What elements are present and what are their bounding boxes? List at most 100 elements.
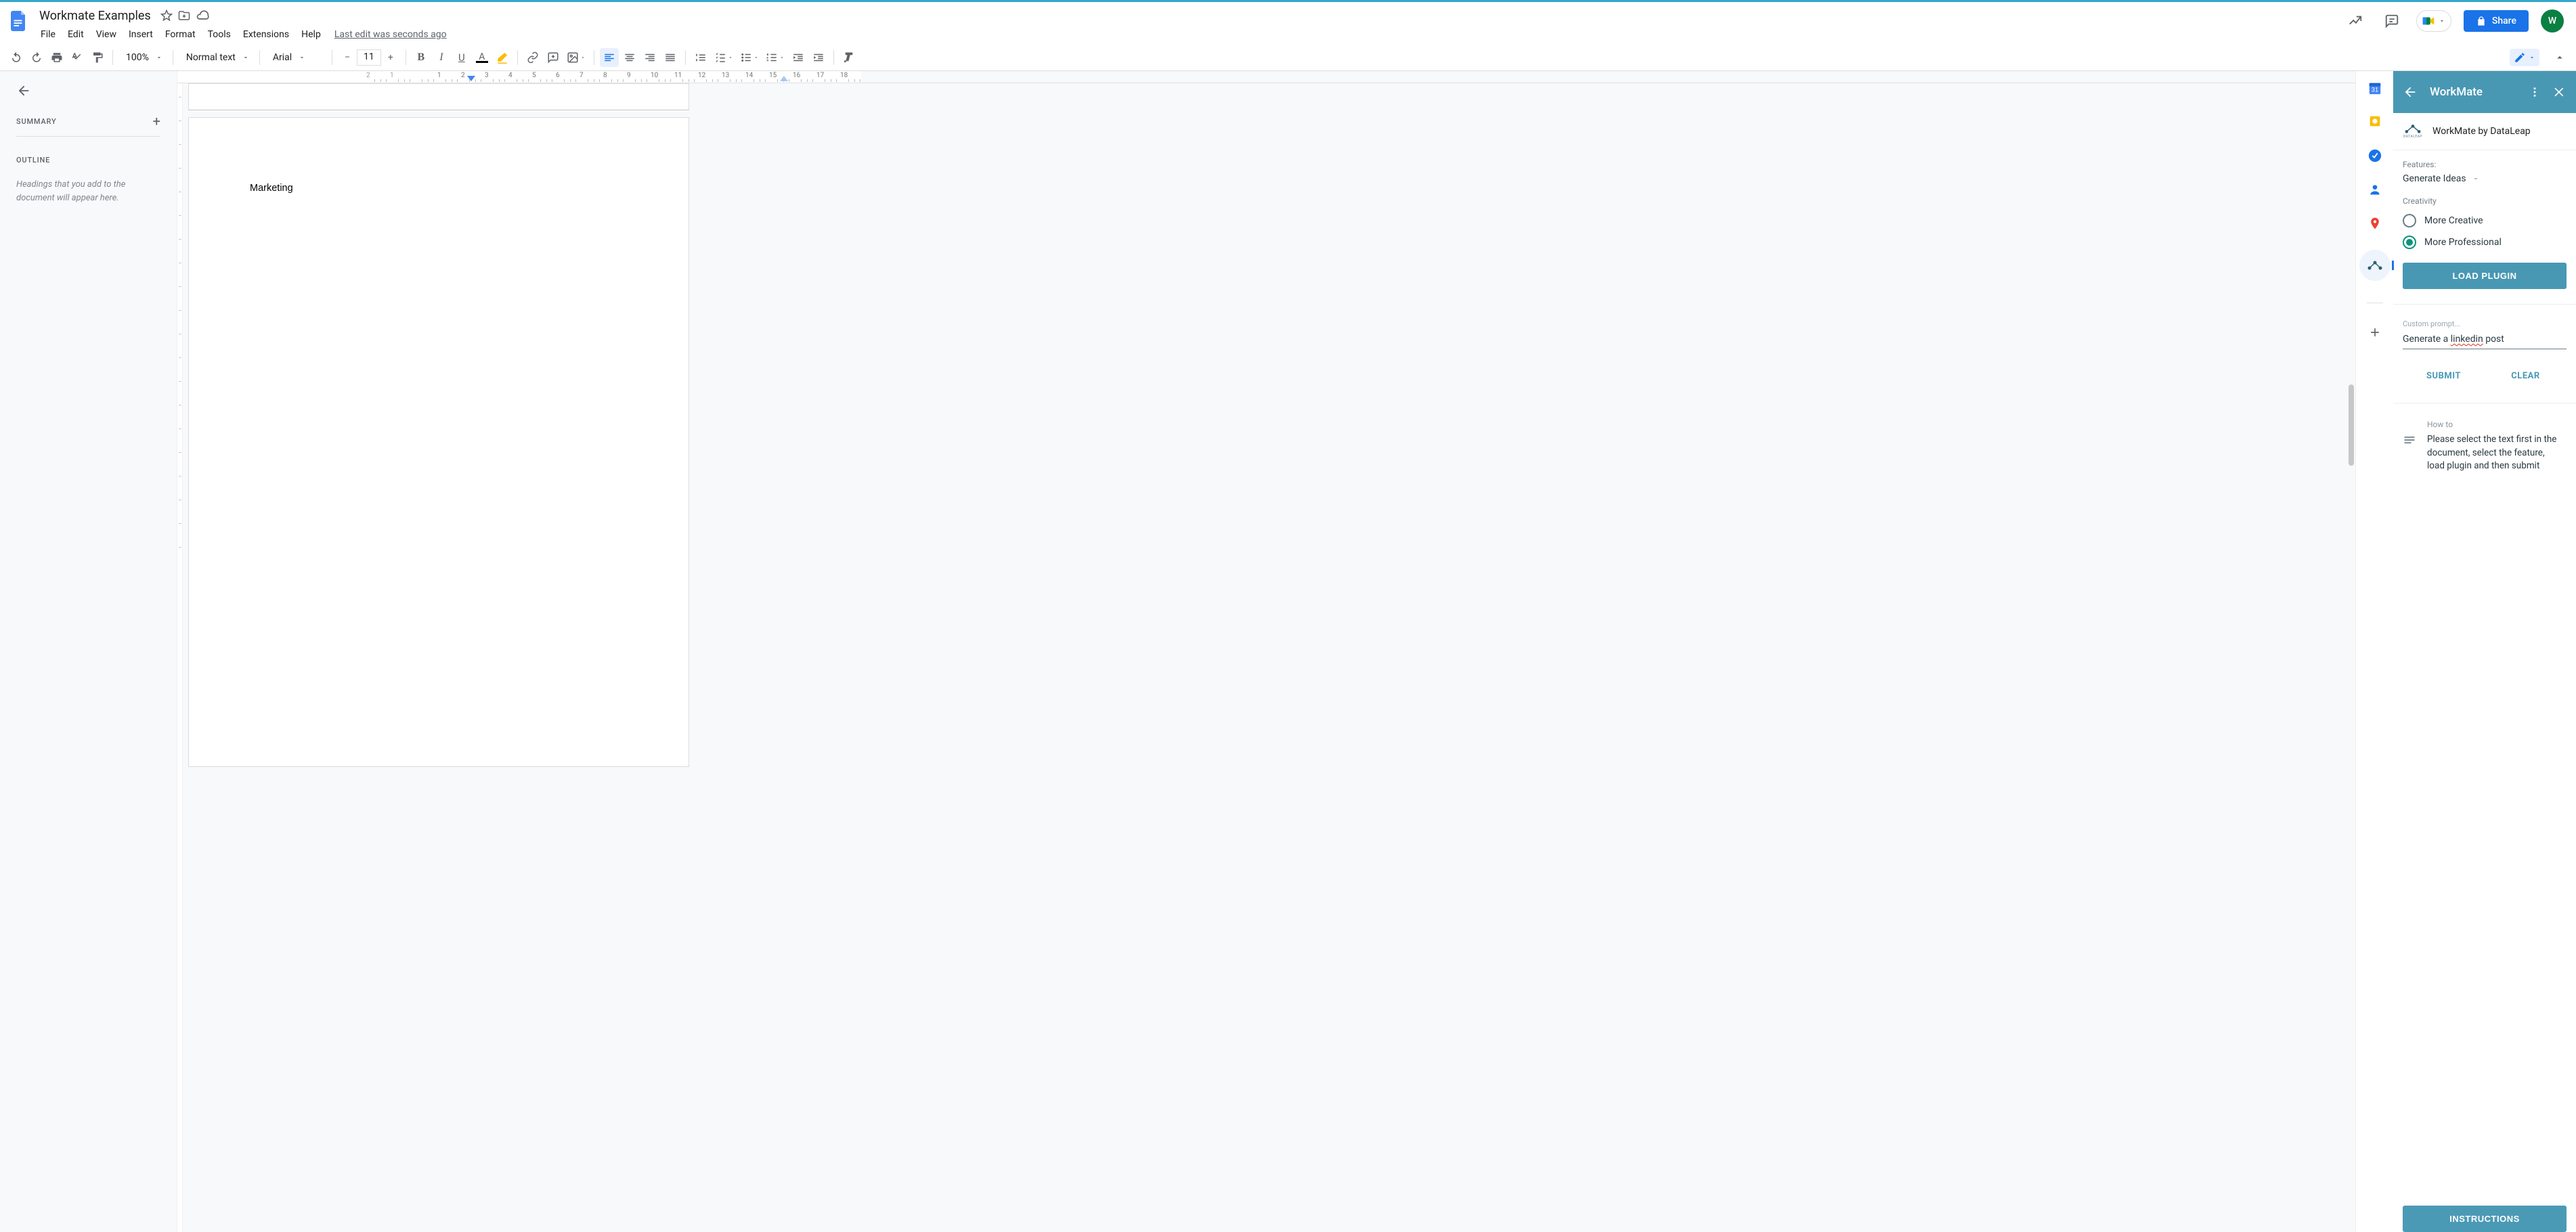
checklist-icon[interactable] [712,48,736,67]
numbered-list-icon[interactable] [763,48,787,67]
add-comment-icon[interactable] [544,48,563,67]
addon-back-icon[interactable] [2403,85,2418,100]
calendar-icon[interactable]: 31 [2367,81,2382,95]
paragraph-style-select[interactable]: Normal text [179,48,254,67]
move-icon[interactable] [178,9,190,22]
menu-help[interactable]: Help [296,26,326,43]
document-page [188,83,689,110]
creativity-label: Creativity [2403,196,2567,206]
docs-logo-icon[interactable] [5,7,32,35]
font-size-decrease-icon[interactable]: − [338,48,357,67]
collapse-toolbar-icon[interactable] [2550,48,2569,67]
underline-icon[interactable]: U [452,48,471,67]
bulleted-list-icon[interactable] [737,48,762,67]
text-color-icon[interactable]: A [473,48,492,67]
instructions-button[interactable]: INSTRUCTIONS [2403,1206,2567,1232]
scrollbar-thumb[interactable] [2349,384,2354,466]
menu-file[interactable]: File [35,26,61,43]
font-size-increase-icon[interactable]: + [381,48,400,67]
outline-collapse-icon[interactable] [16,83,31,98]
summary-heading: SUMMARY [16,117,56,126]
font-size-input[interactable]: 11 [357,49,381,66]
add-summary-icon[interactable]: + [153,113,160,129]
cloud-status-icon[interactable] [196,9,209,22]
document-title[interactable]: Workmate Examples [35,7,155,24]
menu-edit[interactable]: Edit [62,26,89,43]
share-button[interactable]: Share [2464,10,2529,32]
indent-increase-icon[interactable] [809,48,828,67]
addon-title: WorkMate [2430,85,2516,99]
align-right-icon[interactable] [640,48,659,67]
custom-prompt-input[interactable]: Generate a linkedin post [2403,331,2567,349]
howto-section: How to Please select the text first in t… [2403,418,2567,473]
spellcheck-icon[interactable] [68,48,87,67]
radio-more-creative[interactable]: More Creative [2403,210,2567,232]
side-panel-rail: 31 [2355,71,2393,1232]
share-label: Share [2492,16,2516,26]
paragraph-style-value: Normal text [186,52,236,63]
menubar: File Edit View Insert Format Tools Exten… [35,26,447,43]
radio-label: More Creative [2424,215,2483,226]
indent-decrease-icon[interactable] [789,48,808,67]
addon-close-icon[interactable] [2553,85,2567,99]
menu-tools[interactable]: Tools [202,26,236,43]
menu-insert[interactable]: Insert [123,26,158,43]
header-actions: Share W [2343,9,2568,33]
menu-view[interactable]: View [91,26,122,43]
keep-icon[interactable] [2367,114,2382,129]
align-left-icon[interactable] [600,48,619,67]
caret-down-icon [2439,18,2445,24]
redo-icon[interactable] [27,48,46,67]
lock-icon [2476,16,2487,26]
highlight-color-icon[interactable] [493,48,512,67]
activity-icon[interactable] [2343,9,2367,33]
italic-icon[interactable]: I [432,48,451,67]
font-family-select[interactable]: Arial [265,48,326,67]
load-plugin-button[interactable]: LOAD PLUGIN [2403,263,2567,289]
maps-icon[interactable] [2367,216,2382,231]
title-block: Workmate Examples File Edit View Insert … [35,6,447,43]
clear-formatting-icon[interactable] [839,48,858,67]
radio-more-professional[interactable]: More Professional [2403,232,2567,253]
insert-link-icon[interactable] [523,48,542,67]
print-icon[interactable] [47,48,66,67]
paint-format-icon[interactable] [88,48,107,67]
editing-mode-button[interactable] [2510,49,2539,66]
meet-icon [2421,14,2436,28]
account-avatar[interactable]: W [2541,9,2564,32]
outline-heading: OUTLINE [16,156,160,164]
zoom-select[interactable]: 100% [118,48,167,67]
document-page: Marketing [188,117,689,767]
features-dropdown[interactable]: Generate Ideas [2403,173,2567,184]
undo-icon[interactable] [7,48,26,67]
clear-button[interactable]: CLEAR [2485,364,2567,388]
workmate-addon-icon[interactable] [2359,250,2391,281]
bold-icon[interactable]: B [412,48,431,67]
features-dropdown-value: Generate Ideas [2403,173,2466,184]
last-edit-link[interactable]: Last edit was seconds ago [334,29,447,40]
comments-icon[interactable] [2380,9,2404,33]
radio-label: More Professional [2424,237,2502,248]
line-spacing-icon[interactable] [691,48,710,67]
document-body-text[interactable]: Marketing [250,183,293,194]
howto-text: Please select the text first in the docu… [2427,433,2564,473]
vertical-ruler[interactable] [177,83,183,1232]
horizontal-ruler[interactable]: 21123456789101112131415161718 [177,71,2355,83]
menu-extensions[interactable]: Extensions [238,26,294,43]
get-addons-icon[interactable] [2367,325,2382,340]
addon-brand-row: DATALEAP WorkMate by DataLeap [2393,113,2576,150]
addon-more-icon[interactable] [2529,86,2541,98]
document-canvas[interactable]: Marketing [183,83,2355,1232]
align-justify-icon[interactable] [661,48,680,67]
insert-image-icon[interactable] [564,48,588,67]
submit-button[interactable]: SUBMIT [2403,364,2485,388]
meet-button[interactable] [2416,10,2451,32]
pencil-icon [2514,51,2526,64]
align-center-icon[interactable] [620,48,639,67]
svg-text:31: 31 [2371,87,2378,93]
star-icon[interactable] [160,9,173,22]
tasks-icon[interactable] [2367,148,2382,163]
menu-format[interactable]: Format [160,26,201,43]
contacts-icon[interactable] [2367,182,2382,197]
caret-down-icon [2472,175,2480,183]
